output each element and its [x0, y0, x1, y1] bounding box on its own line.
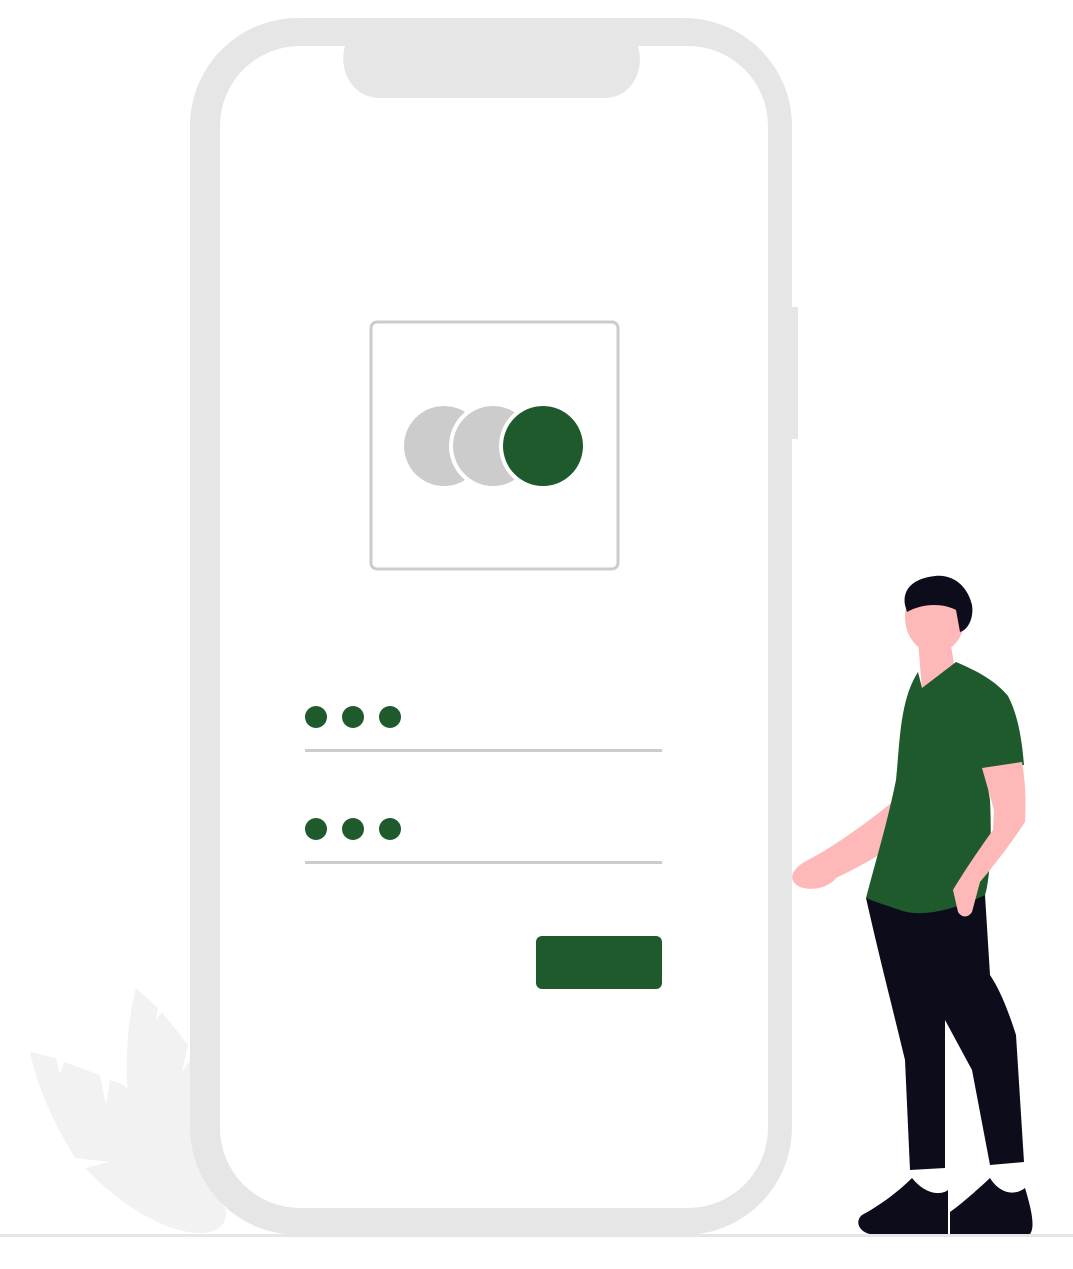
field-dot [342, 818, 364, 840]
person-shoe-left [858, 1178, 948, 1234]
person-figure [792, 575, 1033, 1234]
field-underline [305, 749, 662, 752]
field-dot [379, 706, 401, 728]
logo-circle-front [503, 406, 583, 486]
three-overlapping-circles-icon [404, 402, 587, 490]
masked-password-dots-icon [305, 706, 401, 728]
field-underline [305, 861, 662, 864]
field-dot [379, 818, 401, 840]
app-logo-box [369, 320, 620, 571]
phone-device [190, 18, 798, 1235]
phone-notch [343, 46, 640, 98]
field-dot [305, 706, 327, 728]
submit-button[interactable] [536, 936, 662, 989]
illustration-canvas [0, 0, 1073, 1269]
masked-password-dots-icon [305, 818, 401, 840]
field-dot [305, 818, 327, 840]
field-dot [342, 706, 364, 728]
login-illustration [0, 18, 1073, 1237]
phone-screen [220, 46, 768, 1208]
person-shoe-right [950, 1178, 1033, 1234]
person-pants [866, 895, 1024, 1170]
